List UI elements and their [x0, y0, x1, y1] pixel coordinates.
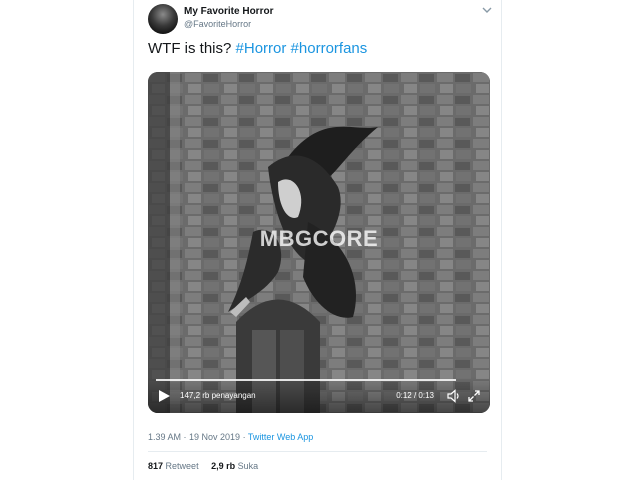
meta-separator: ·: [240, 432, 248, 442]
avatar[interactable]: [148, 4, 178, 34]
video-watermark: MBGCORE: [259, 226, 379, 251]
fullscreen-icon[interactable]: [466, 388, 482, 404]
tweet-stats: 817 Retweet 2,9 rb Suka: [148, 461, 268, 471]
chevron-down-icon[interactable]: [481, 4, 493, 16]
video-controls: 147,2 rb penayangan 0:12 / 0:13: [148, 377, 490, 413]
play-icon[interactable]: [157, 389, 171, 403]
likes-stat[interactable]: 2,9 rb Suka: [211, 461, 258, 471]
retweet-count: 817: [148, 461, 164, 471]
hashtag-horrorfans[interactable]: #horrorfans: [291, 40, 368, 57]
volume-icon[interactable]: [446, 388, 462, 404]
divider: [148, 451, 487, 452]
tweet-source[interactable]: Twitter Web App: [248, 432, 313, 442]
retweets-stat[interactable]: 817 Retweet: [148, 461, 201, 471]
like-label: Suka: [237, 461, 259, 471]
tweet-card: My Favorite Horror @FavoriteHorror WTF i…: [133, 0, 502, 480]
hashtag-horror[interactable]: #Horror: [236, 40, 287, 57]
retweet-label: Retweet: [165, 461, 199, 471]
author-handle[interactable]: @FavoriteHorror: [184, 19, 251, 29]
tweet-timestamp[interactable]: 1.39 AM · 19 Nov 2019: [148, 432, 240, 442]
tweet-body: WTF is this?: [148, 40, 232, 57]
like-count: 2,9 rb: [211, 461, 236, 471]
video-timecode: 0:12 / 0:13: [396, 391, 434, 400]
tweet-meta: 1.39 AM · 19 Nov 2019 · Twitter Web App: [148, 432, 313, 442]
video-player[interactable]: MBGCORE 147,2 rb penayangan 0:12 / 0:13: [148, 72, 490, 413]
view-count: 147,2 rb penayangan: [180, 391, 256, 400]
author-name[interactable]: My Favorite Horror: [184, 6, 273, 17]
video-progress-bar[interactable]: [156, 379, 456, 381]
tweet-text: WTF is this? #Horror #horrorfans: [148, 40, 367, 57]
